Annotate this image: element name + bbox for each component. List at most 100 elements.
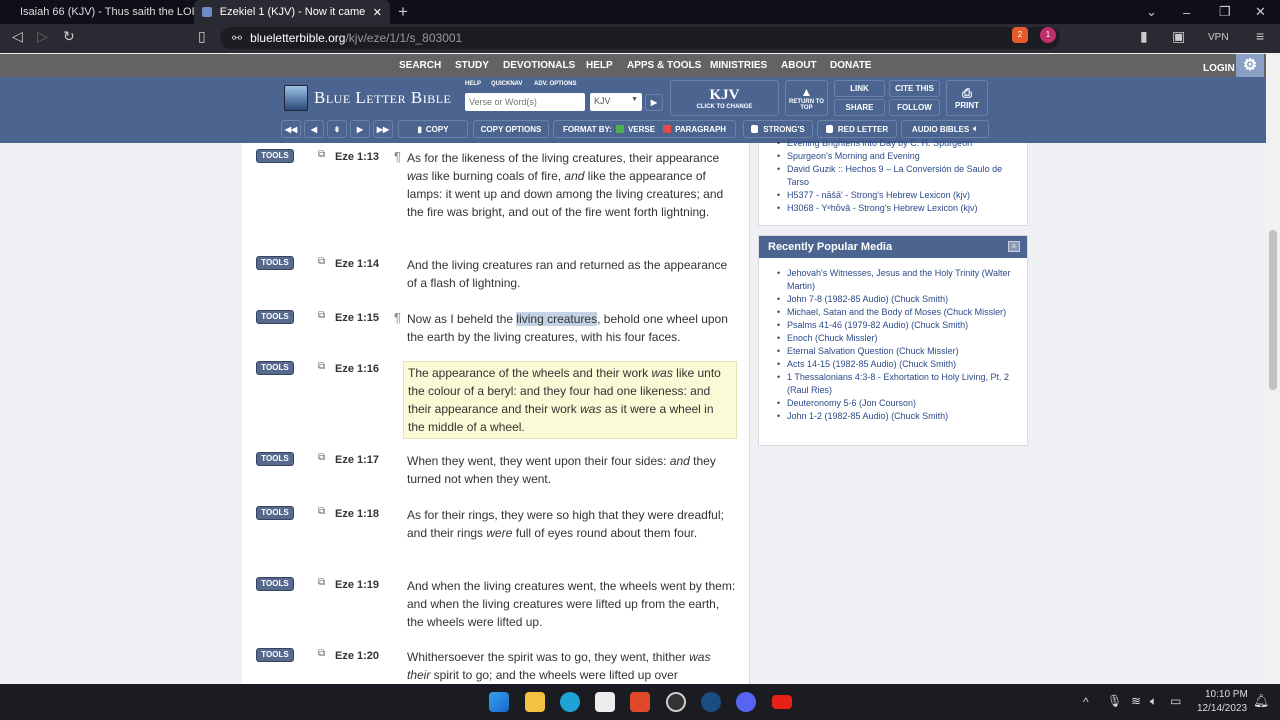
wifi-icon[interactable]: ≋ bbox=[1131, 694, 1141, 708]
copy-verse-icon[interactable]: ⧉ bbox=[318, 506, 325, 517]
brave-rewards-icon[interactable]: 1 bbox=[1040, 27, 1056, 43]
verse-search-input[interactable] bbox=[465, 93, 585, 111]
file-explorer-icon[interactable] bbox=[525, 692, 545, 712]
nav-help[interactable]: HELP bbox=[586, 60, 613, 71]
audio-bibles-button[interactable]: AUDIO BIBLES 🔈︎ bbox=[901, 120, 989, 138]
adv-options-link[interactable]: ADV. OPTIONS bbox=[534, 81, 576, 87]
paragraph-x-icon[interactable] bbox=[663, 125, 672, 133]
reload-icon[interactable]: ↻ bbox=[63, 28, 75, 45]
verse-reference[interactable]: Eze 1:17 bbox=[335, 454, 379, 466]
login-link[interactable]: LOGIN bbox=[1203, 63, 1235, 74]
tab-search-icon[interactable]: ⌄ bbox=[1146, 0, 1157, 24]
verse-reference[interactable]: Eze 1:19 bbox=[335, 579, 379, 591]
format-verse-option[interactable]: VERSE bbox=[628, 125, 655, 134]
sidebar-link[interactable]: Acts 14-15 (1982-85 Audio) (Chuck Smith) bbox=[777, 358, 1019, 371]
site-info-icon[interactable]: ⚯ bbox=[232, 31, 242, 45]
forward-icon[interactable]: ▷ bbox=[37, 28, 48, 45]
microphone-icon[interactable]: 🎙︎ bbox=[1107, 694, 1122, 708]
tools-button[interactable]: TOOLS bbox=[256, 310, 294, 324]
sidebar-link[interactable]: Eternal Salvation Question (Chuck Missle… bbox=[777, 345, 1019, 358]
settings-gear-icon[interactable]: ⚙ bbox=[1236, 54, 1264, 77]
quicknav-link[interactable]: QUICKNAV bbox=[491, 81, 523, 87]
verse-reference[interactable]: Eze 1:20 bbox=[335, 650, 379, 662]
tools-button[interactable]: TOOLS bbox=[256, 648, 294, 662]
wallet-icon[interactable]: ▣ bbox=[1172, 28, 1185, 45]
verse-reference[interactable]: Eze 1:16 bbox=[335, 363, 379, 375]
obs-icon[interactable] bbox=[666, 692, 686, 712]
discord-icon[interactable] bbox=[736, 692, 756, 712]
url-bar[interactable]: ⚯ blueletterbible.org/kjv/eze/1/1/s_80300… bbox=[220, 27, 1060, 49]
verse-reference[interactable]: Eze 1:18 bbox=[335, 508, 379, 520]
nav-ministries[interactable]: MINISTRIES bbox=[710, 60, 767, 71]
sidebar-link[interactable]: H3068 - Yᵉhōvâ - Strong's Hebrew Lexicon… bbox=[777, 202, 1019, 215]
nav-about[interactable]: ABOUT bbox=[781, 60, 817, 71]
cite-this-button[interactable]: CITE THIS bbox=[889, 80, 940, 97]
change-version-button[interactable]: KJV CLICK TO CHANGE bbox=[670, 80, 779, 116]
link-button[interactable]: LINK bbox=[834, 80, 885, 97]
restore-button[interactable]: ❐ bbox=[1219, 0, 1231, 24]
volume-icon[interactable]: 🔈︎ bbox=[1150, 694, 1157, 709]
tools-button[interactable]: TOOLS bbox=[256, 361, 294, 375]
minimize-button[interactable]: – bbox=[1183, 0, 1190, 24]
tools-button[interactable]: TOOLS bbox=[256, 506, 294, 520]
clock-time[interactable]: 10:10 PM bbox=[1205, 689, 1248, 700]
sidebar-link[interactable]: John 1-2 (1982-85 Audio) (Chuck Smith) bbox=[777, 410, 1019, 423]
brave-shields-icon[interactable]: 2 bbox=[1012, 27, 1028, 43]
copy-verse-icon[interactable]: ⧉ bbox=[318, 256, 325, 267]
return-to-top-button[interactable]: ▲ RETURN TO TOP bbox=[785, 80, 828, 116]
copy-verse-icon[interactable]: ⧉ bbox=[318, 361, 325, 372]
store-icon[interactable] bbox=[595, 692, 615, 712]
print-button[interactable]: ⎙ PRINT bbox=[946, 80, 988, 116]
verse-reference[interactable]: Eze 1:15 bbox=[335, 312, 379, 324]
sidebar-link[interactable]: Jehovah's Witnesses, Jesus and the Holy … bbox=[777, 267, 1019, 293]
sidebar-link[interactable]: Evening Brightens into Day by C. H. Spur… bbox=[777, 137, 1019, 150]
sidebar-link[interactable]: Spurgeon's Morning and Evening bbox=[777, 150, 1019, 163]
nav-study[interactable]: STUDY bbox=[455, 60, 489, 71]
sidebar-link[interactable]: Enoch (Chuck Missler) bbox=[777, 332, 1019, 345]
tools-button[interactable]: TOOLS bbox=[256, 256, 294, 270]
copy-verse-icon[interactable]: ⧉ bbox=[318, 648, 325, 659]
youtube-icon[interactable] bbox=[772, 695, 792, 709]
first-chapter-button[interactable]: ◀◀ bbox=[281, 120, 301, 138]
site-logo[interactable]: Blue Letter Bible bbox=[284, 85, 451, 111]
copy-options-button[interactable]: COPY OPTIONS bbox=[473, 120, 549, 138]
clock-date[interactable]: 12/14/2023 bbox=[1197, 703, 1247, 714]
battery-icon[interactable]: ▭ bbox=[1170, 694, 1181, 708]
back-icon[interactable]: ◁ bbox=[12, 28, 23, 45]
close-window-button[interactable]: ✕ bbox=[1255, 0, 1266, 24]
start-icon[interactable] bbox=[489, 692, 509, 712]
notification-bell-icon[interactable]: 🔔︎ bbox=[1253, 693, 1270, 709]
tab-ezekiel[interactable]: Ezekiel 1 (KJV) - Now it came to p✕ bbox=[194, 0, 390, 24]
search-go-button[interactable]: ▶ bbox=[645, 94, 663, 111]
copy-verse-icon[interactable]: ⧉ bbox=[318, 310, 325, 321]
close-tab-icon[interactable]: ✕ bbox=[373, 6, 382, 19]
last-chapter-button[interactable]: ▶▶ bbox=[373, 120, 393, 138]
verse-reference[interactable]: Eze 1:14 bbox=[335, 258, 379, 270]
follow-button[interactable]: FOLLOW bbox=[889, 99, 940, 116]
nav-devotionals[interactable]: DEVOTIONALS bbox=[503, 60, 575, 71]
tools-button[interactable]: TOOLS bbox=[256, 577, 294, 591]
nav-search[interactable]: SEARCH bbox=[399, 60, 441, 71]
verse-reference[interactable]: Eze 1:13 bbox=[335, 151, 379, 163]
brave-icon[interactable] bbox=[630, 692, 650, 712]
copy-verse-icon[interactable]: ⧉ bbox=[318, 149, 325, 160]
steam-icon[interactable] bbox=[701, 692, 721, 712]
edge-icon[interactable] bbox=[560, 692, 580, 712]
red-letter-toggle[interactable]: RED LETTER bbox=[817, 120, 897, 138]
strongs-toggle[interactable]: STRONG'S bbox=[743, 120, 813, 138]
sidebar-link[interactable]: John 7-8 (1982-85 Audio) (Chuck Smith) bbox=[777, 293, 1019, 306]
copy-button[interactable]: ▮ COPY bbox=[398, 120, 468, 138]
format-paragraph-option[interactable]: PARAGRAPH bbox=[675, 125, 726, 134]
sidebar-link[interactable]: Psalms 41-46 (1979-82 Audio) (Chuck Smit… bbox=[777, 319, 1019, 332]
tray-chevron-icon[interactable]: ^ bbox=[1083, 695, 1089, 709]
share-button[interactable]: SHARE bbox=[834, 99, 885, 116]
tools-button[interactable]: TOOLS bbox=[256, 149, 294, 163]
sidebar-link[interactable]: Michael, Satan and the Body of Moses (Ch… bbox=[777, 306, 1019, 319]
sidebar-link[interactable]: David Guzik :: Hechos 9 – La Conversión … bbox=[777, 163, 1019, 189]
copy-verse-icon[interactable]: ⧉ bbox=[318, 452, 325, 463]
verse-check-icon[interactable] bbox=[615, 125, 624, 133]
tools-button[interactable]: TOOLS bbox=[256, 452, 294, 466]
close-panel-icon[interactable]: x bbox=[1008, 241, 1020, 252]
sidebar-link[interactable]: 1 Thessalonians 4:3-8 - Exhortation to H… bbox=[777, 371, 1019, 397]
jump-down-button[interactable]: ⇟ bbox=[327, 120, 347, 138]
